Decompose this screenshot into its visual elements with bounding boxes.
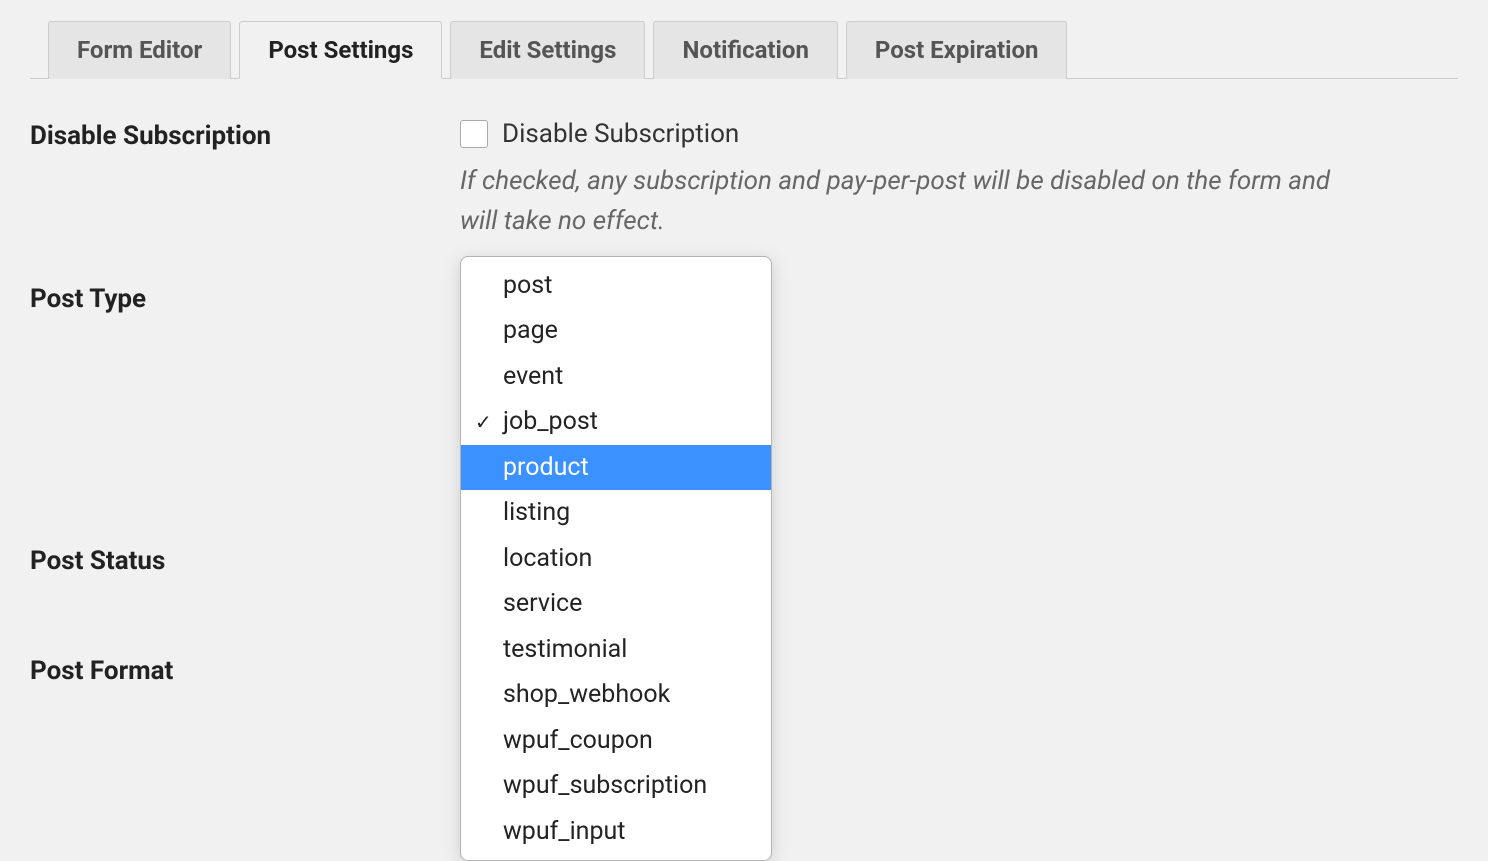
post-type-option-text: event: [503, 362, 563, 391]
row-disable-subscription: Disable Subscription Disable Subscriptio…: [30, 119, 1458, 242]
checkbox-text-disable-subscription: Disable Subscription: [502, 119, 739, 149]
post-type-option-text: testimonial: [503, 635, 627, 664]
post-type-option-text: location: [503, 544, 592, 573]
post-type-option-text: job_post: [503, 407, 598, 436]
post-type-option-listing[interactable]: listing: [461, 490, 771, 536]
tab-post-expiration[interactable]: Post Expiration: [846, 21, 1068, 79]
post-type-option-wpuf_subscription[interactable]: wpuf_subscription: [461, 763, 771, 809]
post-type-option-text: post: [503, 271, 552, 300]
post-type-option-text: wpuf_subscription: [503, 771, 707, 800]
post-type-option-text: product: [503, 453, 589, 482]
post-type-option-text: listing: [503, 498, 570, 527]
label-disable-subscription: Disable Subscription: [30, 119, 460, 151]
post-type-option-shop_webhook[interactable]: shop_webhook: [461, 672, 771, 718]
post-type-option-testimonial[interactable]: testimonial: [461, 627, 771, 673]
post-type-option-wpuf_coupon[interactable]: wpuf_coupon: [461, 718, 771, 764]
post-type-option-job_post[interactable]: ✓ job_post: [461, 399, 771, 445]
post-type-option-page[interactable]: page: [461, 308, 771, 354]
post-type-option-text: wpuf_coupon: [503, 726, 653, 755]
label-post-format: Post Format: [30, 654, 460, 686]
post-type-option-service[interactable]: service: [461, 581, 771, 627]
tabs-container: Form Editor Post Settings Edit Settings …: [30, 20, 1458, 79]
post-type-dropdown[interactable]: post page event ✓ job_postproduct listing loca…: [460, 256, 772, 861]
post-type-option-product[interactable]: product: [461, 445, 771, 491]
checkbox-disable-subscription[interactable]: [460, 120, 488, 148]
post-type-option-text: page: [503, 316, 558, 345]
post-type-option-wpuf_input[interactable]: wpuf_input: [461, 809, 771, 855]
row-post-type: Post Type postpageevent✓job_postproductl…: [30, 282, 1458, 314]
post-type-option-text: wpuf_input: [503, 817, 625, 846]
tab-notification[interactable]: Notification: [653, 21, 837, 79]
check-icon: ✓: [475, 407, 492, 437]
form-body: Disable Subscription Disable Subscriptio…: [30, 79, 1458, 694]
tab-edit-settings[interactable]: Edit Settings: [450, 21, 645, 79]
post-type-option-text: service: [503, 589, 582, 618]
tab-form-editor[interactable]: Form Editor: [48, 21, 231, 79]
post-type-option-location[interactable]: location: [461, 536, 771, 582]
checkbox-label-disable-subscription[interactable]: Disable Subscription: [460, 119, 1458, 149]
tab-post-settings[interactable]: Post Settings: [239, 21, 442, 79]
label-post-status: Post Status: [30, 544, 460, 576]
description-disable-subscription: If checked, any subscription and pay-per…: [460, 161, 1370, 242]
label-post-type: Post Type: [30, 282, 460, 314]
post-type-option-event[interactable]: event: [461, 354, 771, 400]
post-type-option-post[interactable]: post: [461, 263, 771, 309]
post-type-option-text: shop_webhook: [503, 680, 670, 709]
